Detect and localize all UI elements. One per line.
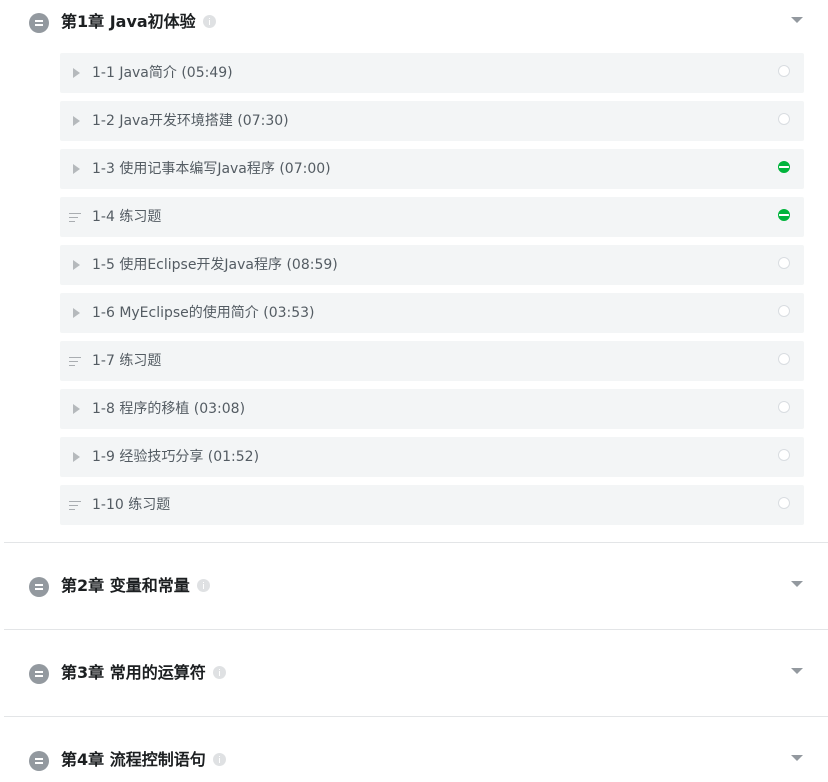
play-icon: [73, 404, 80, 414]
progress-circle-icon: [778, 257, 790, 269]
lesson-label: 1-4 练习题: [92, 209, 162, 225]
progress-circle-icon: [778, 353, 790, 365]
progress-circle-icon: [778, 65, 790, 77]
play-icon: [73, 308, 80, 318]
lesson-item[interactable]: 1-2 Java开发环境搭建 (07:30): [60, 101, 804, 141]
divider: [4, 629, 828, 630]
chapter-3-header[interactable]: 第3章 常用的运算符: [0, 651, 828, 695]
lesson-list: 1-1 Java简介 (05:49) 1-2 Java开发环境搭建 (07:30)…: [60, 53, 804, 525]
chapter-list-icon: [29, 13, 49, 33]
play-icon: [73, 164, 80, 174]
lesson-item[interactable]: 1-3 使用记事本编写Java程序 (07:00): [60, 149, 804, 189]
lesson-label: 1-7 练习题: [92, 353, 162, 369]
chapter-1: 第1章 Java初体验 1-1 Java简介 (05:49) 1-2 Java开发…: [0, 0, 828, 525]
chevron-down-icon[interactable]: [791, 581, 803, 587]
info-icon[interactable]: [202, 15, 216, 28]
lesson-label: 1-1 Java简介 (05:49): [92, 65, 233, 81]
chevron-down-icon[interactable]: [791, 755, 803, 761]
progress-circle-icon: [778, 113, 790, 125]
lesson-item[interactable]: 1-6 MyEclipse的使用简介 (03:53): [60, 293, 804, 333]
chapter-2: 第2章 变量和常量: [0, 564, 828, 608]
progress-circle-icon: [778, 497, 790, 509]
chevron-down-icon[interactable]: [791, 17, 803, 23]
lesson-label: 1-2 Java开发环境搭建 (07:30): [92, 113, 289, 129]
lesson-label: 1-9 经验技巧分享 (01:52): [92, 449, 260, 465]
chapter-2-header[interactable]: 第2章 变量和常量: [0, 564, 828, 608]
lesson-item[interactable]: 1-1 Java简介 (05:49): [60, 53, 804, 93]
lesson-label: 1-5 使用Eclipse开发Java程序 (08:59): [92, 257, 338, 273]
progress-circle-icon: [778, 161, 790, 173]
lesson-item[interactable]: 1-10 练习题: [60, 485, 804, 525]
info-icon[interactable]: [196, 579, 210, 592]
progress-circle-icon: [778, 305, 790, 317]
lesson-item[interactable]: 1-4 练习题: [60, 197, 804, 237]
progress-circle-icon: [778, 401, 790, 413]
chapter-4: 第4章 流程控制语句: [0, 738, 828, 782]
lesson-label: 1-6 MyEclipse的使用简介 (03:53): [92, 305, 315, 321]
chevron-down-icon[interactable]: [791, 668, 803, 674]
info-icon[interactable]: [212, 666, 226, 679]
lesson-item[interactable]: 1-5 使用Eclipse开发Java程序 (08:59): [60, 245, 804, 285]
chapter-4-header[interactable]: 第4章 流程控制语句: [0, 738, 828, 782]
lesson-item[interactable]: 1-9 经验技巧分享 (01:52): [60, 437, 804, 477]
lesson-label: 1-10 练习题: [92, 497, 171, 513]
progress-circle-icon: [778, 209, 790, 221]
lesson-label: 1-3 使用记事本编写Java程序 (07:00): [92, 161, 331, 177]
chapter-1-header[interactable]: 第1章 Java初体验: [0, 0, 828, 44]
progress-circle-icon: [778, 449, 790, 461]
chapter-title: 第3章 常用的运算符: [61, 663, 206, 682]
play-icon: [73, 116, 80, 126]
chapter-title: 第1章 Java初体验: [61, 12, 196, 31]
divider: [4, 542, 828, 543]
exercise-list-icon: [69, 357, 81, 366]
chapter-title: 第4章 流程控制语句: [61, 750, 206, 769]
chapter-title: 第2章 变量和常量: [61, 576, 190, 595]
exercise-list-icon: [69, 213, 81, 222]
exercise-list-icon: [69, 501, 81, 510]
lesson-item[interactable]: 1-8 程序的移植 (03:08): [60, 389, 804, 429]
divider: [4, 716, 828, 717]
chapter-list-icon: [29, 664, 49, 684]
chapter-3: 第3章 常用的运算符: [0, 651, 828, 695]
play-icon: [73, 260, 80, 270]
chapter-list-icon: [29, 577, 49, 597]
play-icon: [73, 68, 80, 78]
play-icon: [73, 452, 80, 462]
lesson-label: 1-8 程序的移植 (03:08): [92, 401, 246, 417]
chapter-list-icon: [29, 751, 49, 771]
info-icon[interactable]: [212, 753, 226, 766]
lesson-item[interactable]: 1-7 练习题: [60, 341, 804, 381]
